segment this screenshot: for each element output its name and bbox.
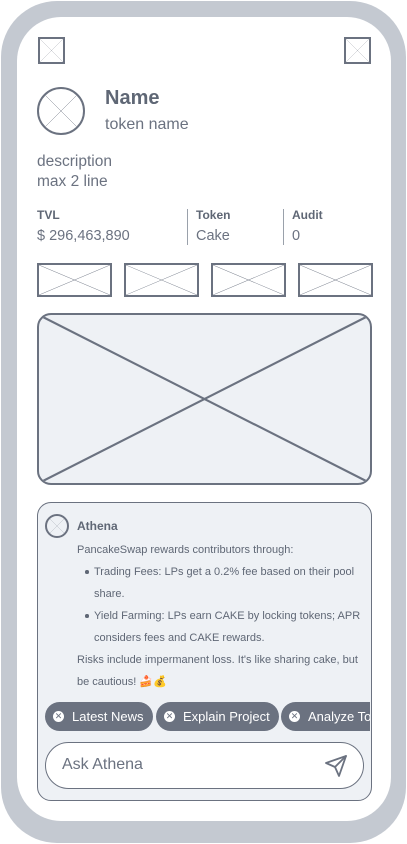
chip-analyze-token[interactable]: ✕ Analyze Token bbox=[281, 702, 370, 731]
athena-chat-panel: Athena PancakeSwap rewards contributors … bbox=[37, 502, 372, 801]
message-bullet: Trading Fees: LPs get a 0.2% fee based o… bbox=[77, 561, 367, 605]
thumbnail-placeholder-icon[interactable] bbox=[298, 263, 373, 297]
stat-tvl: TVL $ 296,463,890 bbox=[37, 208, 130, 246]
chip-latest-news[interactable]: ✕ Latest News bbox=[45, 702, 153, 731]
chip-label: Analyze Token bbox=[308, 709, 370, 724]
chip-explain-project[interactable]: ✕ Explain Project bbox=[156, 702, 279, 731]
project-name: Name bbox=[105, 87, 160, 109]
message-intro: PancakeSwap rewards contributors through… bbox=[77, 544, 294, 556]
athena-message: PancakeSwap rewards contributors through… bbox=[77, 539, 367, 693]
top-right-placeholder-icon[interactable] bbox=[344, 37, 371, 64]
stat-audit: Audit 0 bbox=[292, 208, 323, 246]
message-outro: Risks include impermanent loss. It's lik… bbox=[77, 654, 358, 688]
close-circle-icon: ✕ bbox=[289, 711, 300, 722]
description-line-1: description bbox=[37, 153, 112, 170]
close-circle-icon: ✕ bbox=[53, 711, 64, 722]
thumbnail-placeholder-icon[interactable] bbox=[211, 263, 286, 297]
stat-divider bbox=[187, 209, 188, 245]
athena-name: Athena bbox=[77, 519, 118, 533]
message-bullet: Yield Farming: LPs earn CAKE by locking … bbox=[77, 605, 367, 649]
project-avatar-icon bbox=[37, 87, 85, 135]
thumbnail-placeholder-icon[interactable] bbox=[37, 263, 112, 297]
close-circle-icon: ✕ bbox=[164, 711, 175, 722]
thumbnail-placeholder-icon[interactable] bbox=[124, 263, 199, 297]
stat-label: Token bbox=[196, 208, 231, 222]
project-description: description max 2 line bbox=[37, 152, 237, 192]
send-icon[interactable] bbox=[324, 754, 348, 778]
athena-avatar-icon bbox=[45, 514, 69, 538]
chip-label: Explain Project bbox=[183, 709, 270, 724]
top-left-placeholder-icon[interactable] bbox=[38, 37, 65, 64]
token-name: token name bbox=[105, 116, 189, 133]
hero-image-placeholder-icon bbox=[37, 313, 372, 485]
stat-label: TVL bbox=[37, 208, 60, 222]
ask-athena-input[interactable]: Ask Athena bbox=[45, 742, 364, 789]
phone-frame: Name token name description max 2 line T… bbox=[1, 1, 406, 843]
suggestion-chips: ✕ Latest News ✕ Explain Project ✕ Analyz… bbox=[45, 702, 370, 732]
stat-value: 0 bbox=[292, 228, 301, 244]
stat-divider bbox=[283, 209, 284, 245]
input-placeholder: Ask Athena bbox=[62, 756, 143, 773]
stat-value: Cake bbox=[196, 228, 230, 244]
description-line-2: max 2 line bbox=[37, 173, 108, 190]
stat-label: Audit bbox=[292, 208, 323, 222]
app-screen: Name token name description max 2 line T… bbox=[17, 17, 391, 821]
chip-label: Latest News bbox=[72, 709, 144, 724]
stat-value: $ 296,463,890 bbox=[37, 228, 130, 244]
stat-token: Token Cake bbox=[196, 208, 230, 246]
message-bullets: Trading Fees: LPs get a 0.2% fee based o… bbox=[77, 561, 367, 649]
